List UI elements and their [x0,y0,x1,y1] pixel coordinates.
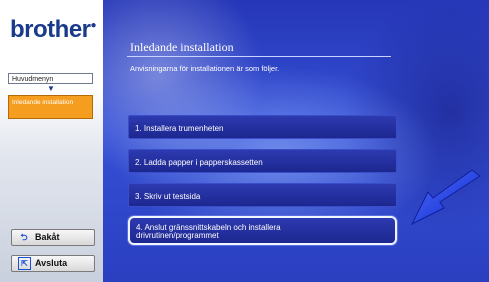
back-button[interactable]: ⮌ Bakåt [11,229,95,246]
breadcrumb-main-menu[interactable]: Huvudmenyn [8,73,93,84]
exit-label: Avsluta [35,258,68,268]
back-label: Bakåt [35,232,60,242]
option-print-test-page[interactable]: 3. Skriv ut testsida [128,183,397,207]
option-4-line-2: drivrutinen/programmet [136,231,219,240]
breadcrumb-current: Inledande installation [8,95,93,119]
back-arrow-icon: ⮌ [20,232,28,242]
exit-icon: ⇱ [18,257,31,271]
main-panel: Inledande installation Anvisningarna för… [103,0,489,282]
page-subtitle: Anvisningarna för installationen är som … [130,64,280,73]
exit-button[interactable]: ⇱ Avsluta [11,255,95,272]
pointer-arrow-icon [410,170,481,226]
brother-logo: brother● [10,16,97,43]
sidebar: brother● Huvudmenyn ▼ Inledande installa… [0,0,103,282]
title-divider [127,56,391,57]
option-install-drum[interactable]: 1. Installera trumenheten [128,115,397,139]
page-title: Inledande installation [130,40,234,54]
down-arrow-icon: ▼ [47,84,55,93]
option-connect-cable-install-driver[interactable]: 4. Anslut gränssnittskabeln och installe… [128,216,397,245]
option-load-paper[interactable]: 2. Ladda papper i papperskassetten [128,149,397,173]
